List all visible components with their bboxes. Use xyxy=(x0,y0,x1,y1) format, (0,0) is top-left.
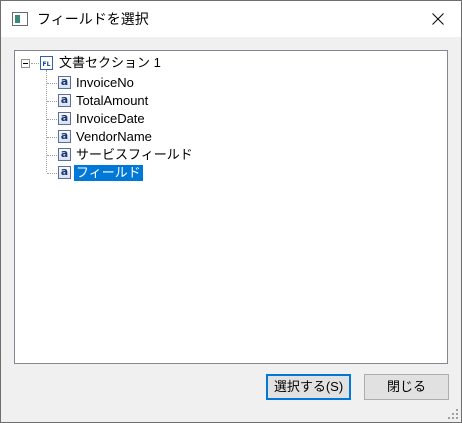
tree-item[interactable]: a InvoiceDate xyxy=(15,109,215,127)
select-button[interactable]: 選択する(S) xyxy=(266,374,351,400)
tree-item-label: VendorName xyxy=(76,129,152,144)
tree-item-selected[interactable]: a フィールド xyxy=(15,163,215,181)
text-field-icon: a xyxy=(58,166,71,179)
select-field-dialog: フィールドを選択 FL 文書セクション 1 a InvoiceNo a Tota xyxy=(0,0,462,423)
collapse-toggle-icon[interactable] xyxy=(21,59,30,68)
tree-item[interactable]: a TotalAmount xyxy=(15,91,215,109)
close-button[interactable]: 閉じる xyxy=(364,374,449,400)
field-tree[interactable]: FL 文書セクション 1 a InvoiceNo a TotalAmount a… xyxy=(14,50,448,364)
tree-item-label: フィールド xyxy=(74,165,143,181)
tree-item-label: サービスフィールド xyxy=(76,147,193,162)
tree-root-label: 文書セクション 1 xyxy=(59,55,161,70)
dialog-title: フィールドを選択 xyxy=(37,11,149,27)
text-field-icon: a xyxy=(58,76,71,89)
tree-item[interactable]: a InvoiceNo xyxy=(15,73,215,91)
tree-root-node[interactable]: FL 文書セクション 1 xyxy=(15,51,215,73)
tree-item-label: InvoiceDate xyxy=(76,111,145,126)
tree-item[interactable]: a VendorName xyxy=(15,127,215,145)
close-window-button[interactable] xyxy=(415,1,461,37)
title-bar[interactable]: フィールドを選択 xyxy=(1,1,461,37)
resize-grip-icon[interactable] xyxy=(448,409,458,419)
document-section-icon: FL xyxy=(40,56,53,70)
text-field-icon: a xyxy=(58,148,71,161)
tree-item-label: InvoiceNo xyxy=(76,75,134,90)
window-icon xyxy=(12,12,28,26)
tree-item-label: TotalAmount xyxy=(76,93,149,108)
tree-item[interactable]: a サービスフィールド xyxy=(15,145,215,163)
text-field-icon: a xyxy=(58,94,71,107)
text-field-icon: a xyxy=(58,112,71,125)
text-field-icon: a xyxy=(58,130,71,143)
close-icon xyxy=(432,13,444,25)
